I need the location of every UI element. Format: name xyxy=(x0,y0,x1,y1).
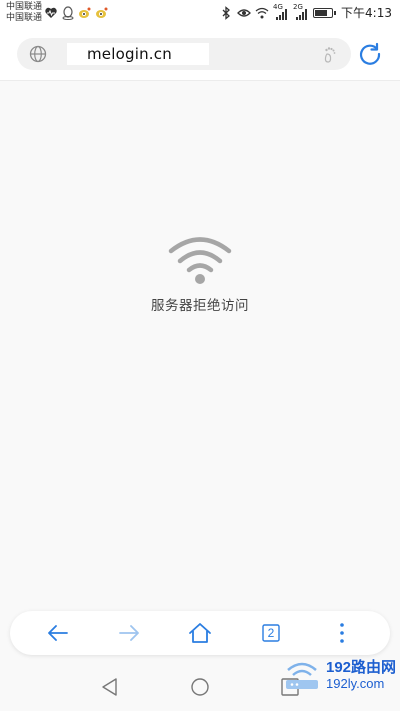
notification-icons xyxy=(44,6,109,20)
carrier-info: 中国联通 中国联通 xyxy=(6,2,42,24)
watermark-title: 192路由网 xyxy=(326,659,397,676)
qq-icon xyxy=(62,6,74,20)
bluetooth-icon xyxy=(222,5,231,20)
eye-icon xyxy=(237,8,251,17)
wifi-icon xyxy=(255,7,269,18)
watermark: 192路由网 192ly.com xyxy=(282,656,400,696)
system-status: 4G 2G 下午4:13 xyxy=(219,3,392,21)
signal-1: 4G xyxy=(273,3,289,20)
weibo-icon xyxy=(79,7,91,18)
tabs-button[interactable]: 2 xyxy=(259,621,283,645)
browser-screen: 中国联通 中国联通 4G 2G 下午4:13 melogin.cn 服务器拒绝访… xyxy=(0,0,400,711)
address-bar: melogin.cn xyxy=(0,28,400,81)
refresh-icon[interactable] xyxy=(358,42,382,66)
router-logo-icon xyxy=(286,662,318,689)
url-bar[interactable]: melogin.cn xyxy=(17,38,351,70)
heart-icon xyxy=(45,7,57,18)
clock: 下午4:13 xyxy=(341,6,392,20)
tabs-count: 2 xyxy=(267,626,275,640)
page-content: 服务器拒绝访问 xyxy=(0,81,400,611)
nav-home-icon[interactable] xyxy=(190,677,210,697)
url-input[interactable]: melogin.cn xyxy=(67,43,209,65)
footprint-icon[interactable] xyxy=(321,44,341,64)
carrier-2: 中国联通 xyxy=(6,13,43,23)
signal-icon xyxy=(296,8,308,20)
weibo-icon xyxy=(96,7,108,18)
carrier-1: 中国联通 xyxy=(6,2,43,12)
home-icon[interactable] xyxy=(188,621,212,645)
battery-level xyxy=(315,9,328,16)
status-bar: 中国联通 中国联通 4G 2G 下午4:13 xyxy=(0,0,400,28)
forward-arrow-icon[interactable] xyxy=(117,621,141,645)
watermark-domain: 192ly.com xyxy=(326,676,385,691)
nav-back-icon[interactable] xyxy=(100,677,120,697)
wifi-error-icon xyxy=(168,237,232,284)
globe-icon xyxy=(29,45,47,63)
more-vertical-icon[interactable] xyxy=(330,621,354,645)
browser-toolbar: 2 xyxy=(10,611,390,655)
signal-icon xyxy=(276,8,288,20)
battery-icon xyxy=(313,7,337,18)
signal-2: 2G xyxy=(293,3,309,20)
back-arrow-icon[interactable] xyxy=(46,621,70,645)
error-message: 服务器拒绝访问 xyxy=(151,298,249,314)
